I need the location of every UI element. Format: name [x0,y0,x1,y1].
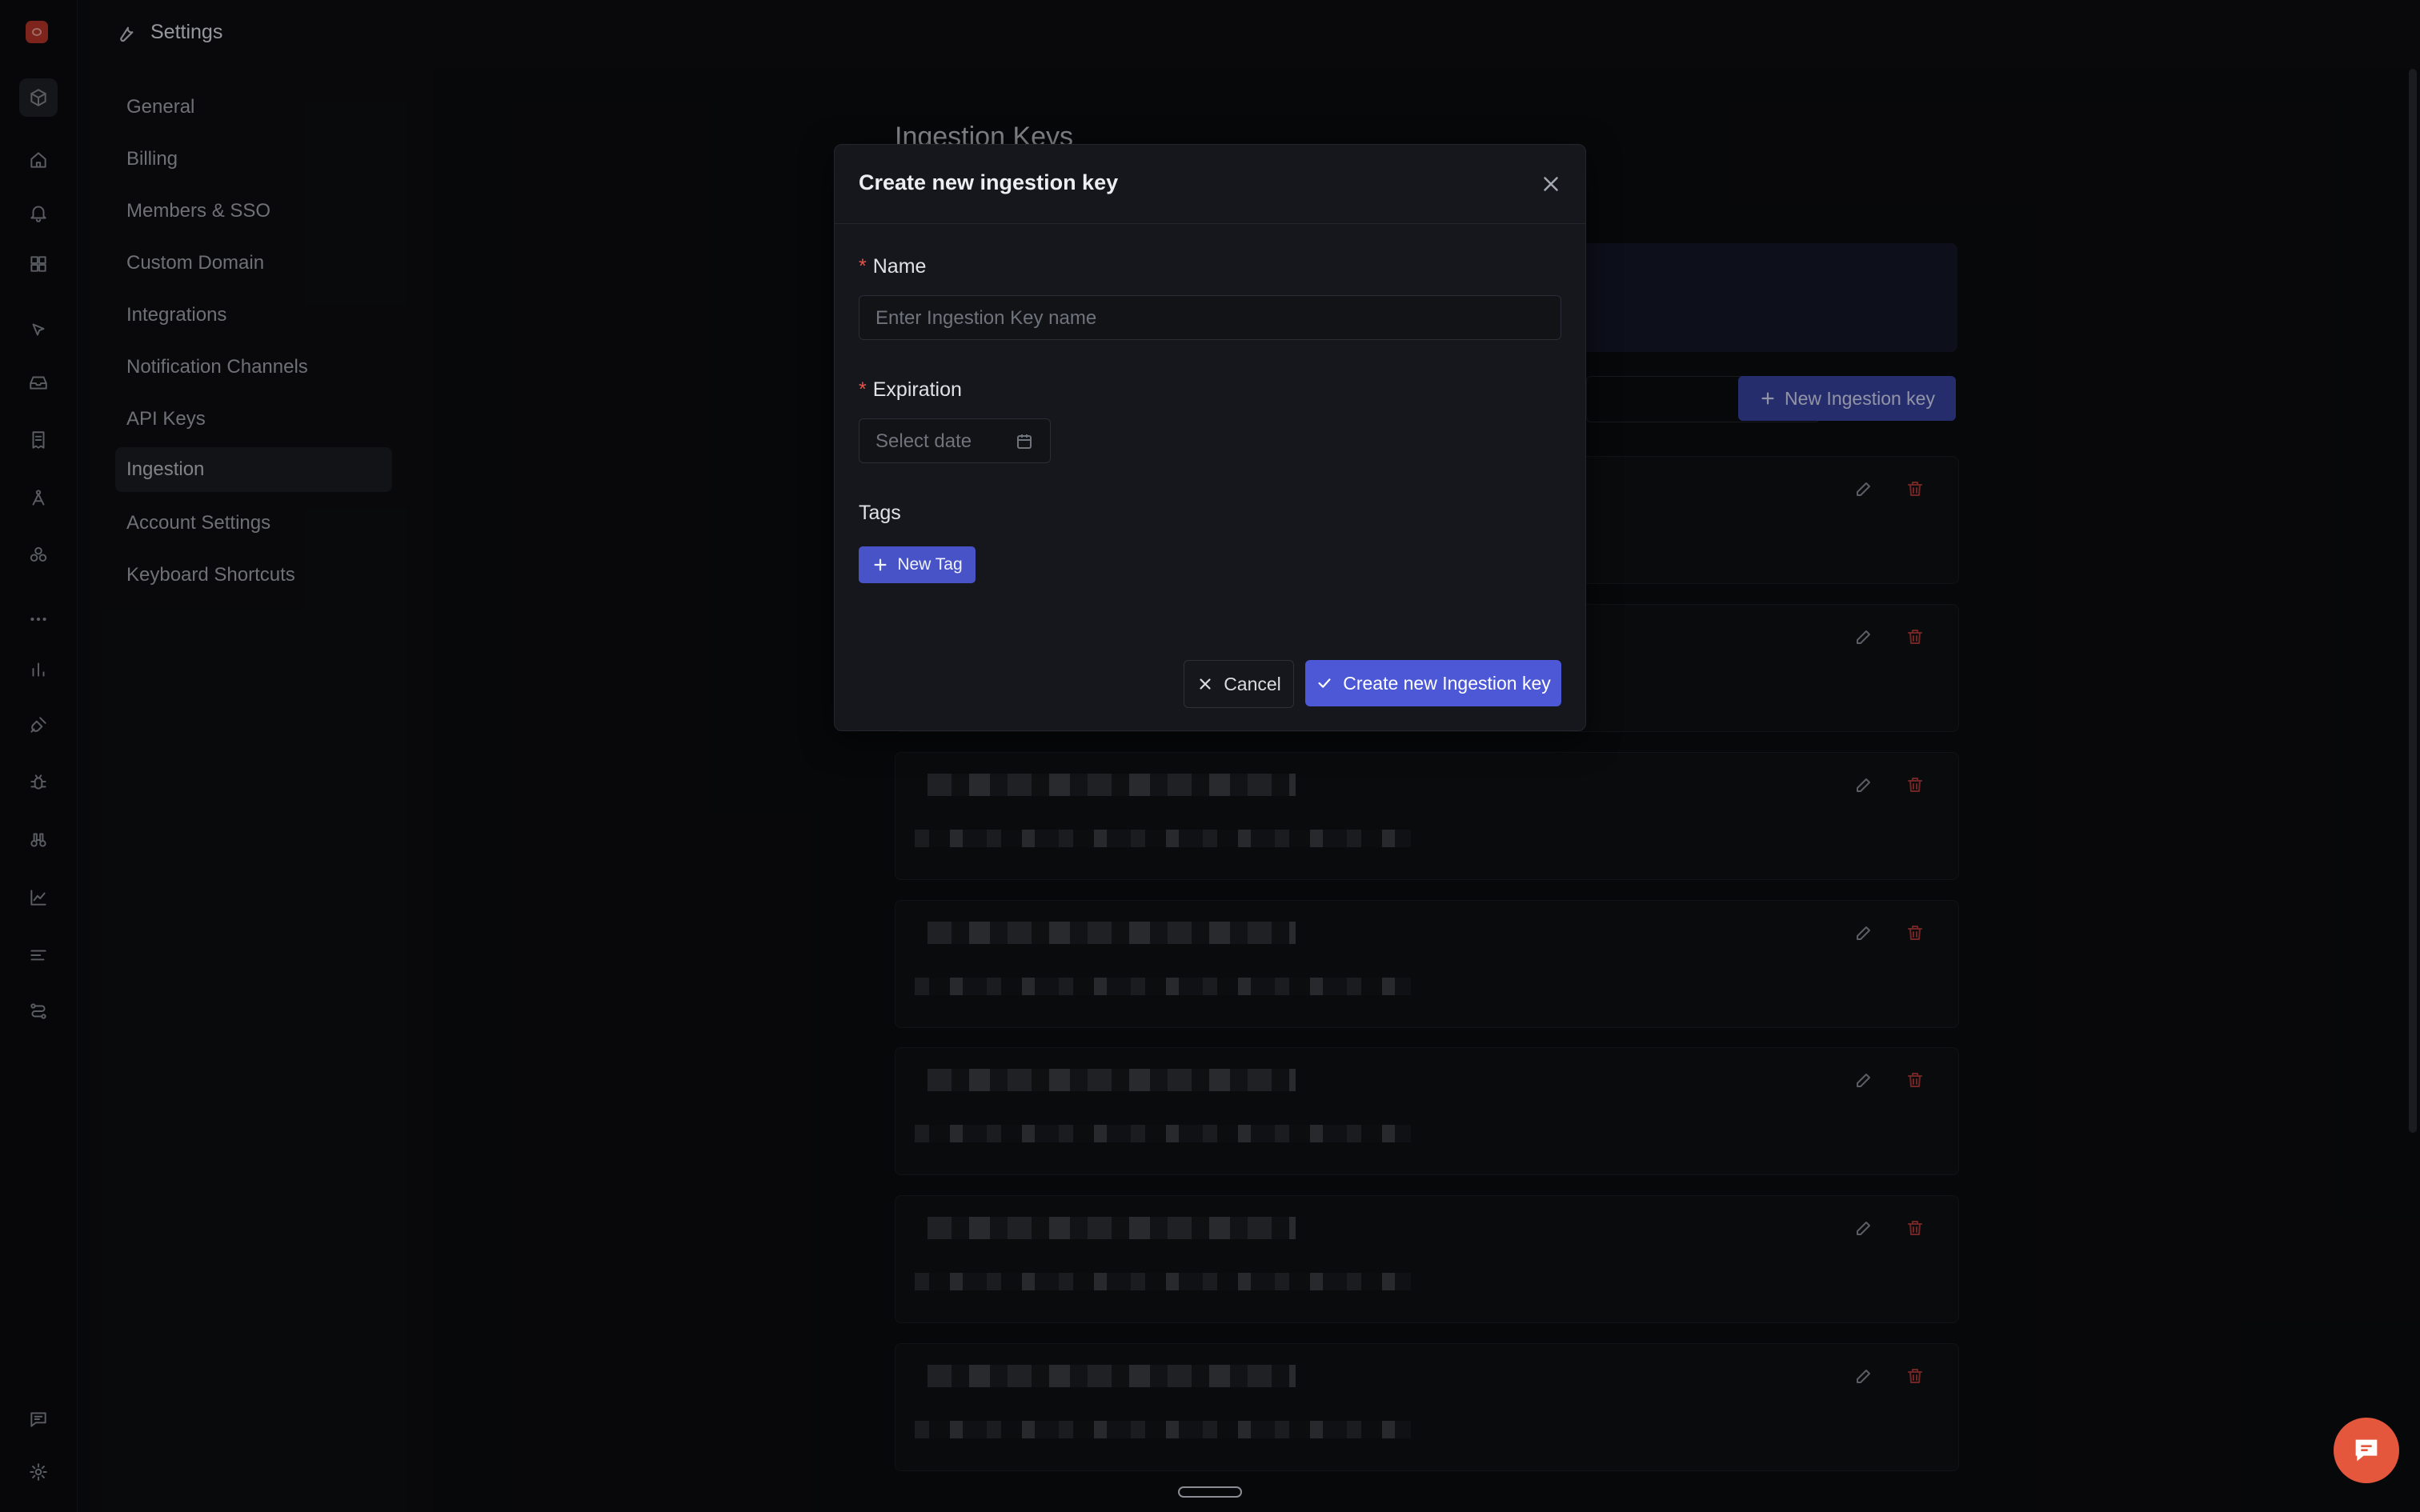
chat-icon[interactable] [2334,1418,2399,1483]
date-placeholder: Select date [875,430,972,452]
expiration-label-text: Expiration [872,378,962,401]
modal-title: Create new ingestion key [859,170,1119,194]
close-icon [1200,678,1211,690]
create-ingestion-key-button[interactable]: Create new Ingestion key [1305,660,1561,706]
check-icon [1318,678,1331,688]
modal-header: Create new ingestion key [835,145,1585,224]
plus-icon [874,558,887,571]
cancel-label: Cancel [1224,673,1281,694]
tags-label: Tags [859,502,901,524]
calendar-icon [1017,434,1032,449]
create-ingestion-key-modal: Create new ingestion key * Name Enter Ing… [834,144,1586,731]
new-tag-label: New Tag [897,555,963,574]
close-icon[interactable] [1539,172,1563,196]
cancel-button[interactable]: Cancel [1184,660,1294,708]
name-label: * Name [859,255,927,278]
expiration-date-picker[interactable]: Select date [859,418,1051,463]
expiration-label: * Expiration [859,378,962,401]
create-label: Create new Ingestion key [1343,672,1551,694]
home-indicator [1178,1486,1242,1498]
new-tag-button[interactable]: New Tag [859,546,976,583]
name-input[interactable]: Enter Ingestion Key name [859,295,1561,340]
name-label-text: Name [872,255,927,278]
